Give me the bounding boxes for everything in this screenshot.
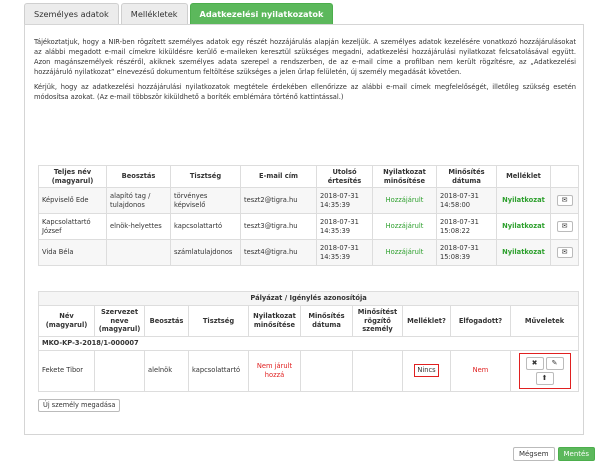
- cell-name: Vida Béla: [38, 239, 107, 266]
- cell-role: számlatulajdonos: [170, 239, 241, 266]
- application-caption-row: Pályázat / Igénylés azonosítója: [37, 291, 580, 306]
- action-buttons: ✖ ✎ ⬆: [518, 352, 571, 389]
- group-row: MKO-KP-3-2018/1-000007: [37, 335, 580, 351]
- tab-data-consent[interactable]: Adatkezelési nyilatkozatok: [189, 3, 334, 24]
- attachment-link[interactable]: Nyilatkozat: [496, 239, 551, 266]
- application-table: Pályázat / Igénylés azonosítója Név (mag…: [37, 291, 580, 392]
- col-attachment: Melléklet?: [402, 305, 451, 337]
- col-accepted: Elfogadott?: [450, 305, 511, 337]
- add-person-button[interactable]: Új személy megadása: [38, 399, 121, 412]
- cell-email: teszt3@tigra.hu: [240, 213, 317, 240]
- close-icon[interactable]: ✖: [525, 356, 544, 370]
- content-panel: Tájékoztatjuk, hogy a NIR-ben rögzített …: [24, 24, 584, 435]
- cell-position: alapító tag / tulajdonos: [106, 187, 171, 214]
- cell-status: Hozzájárult: [372, 187, 437, 214]
- cell-position: alelnök: [144, 349, 189, 392]
- col-attachment: Melléklet: [496, 165, 551, 188]
- envelope-icon[interactable]: ✉: [556, 247, 573, 258]
- cell-status-date: 2018-07-31 14:58:00: [436, 187, 497, 214]
- cell-last-notice: 2018-07-31 14:35:39: [316, 187, 373, 214]
- consent-table-header: Teljes név (magyarul) Beosztás Tisztség …: [38, 165, 579, 188]
- cell-status: Hozzájárult: [372, 213, 437, 240]
- tab-personal-data[interactable]: Személyes adatok: [24, 3, 119, 24]
- application-id: MKO-KP-3-2018/1-000007: [37, 335, 580, 351]
- table-row: Képviselő Ede alapító tag / tulajdonos t…: [38, 187, 579, 214]
- cell-send: ✉: [550, 213, 579, 240]
- col-status-date: Minősítés dátuma: [300, 305, 353, 337]
- cell-last-notice: 2018-07-31 14:35:39: [316, 213, 373, 240]
- col-name: Név (magyarul): [38, 305, 95, 337]
- cell-status: Hozzájárult: [372, 239, 437, 266]
- col-status-date: Minősítés dátuma: [436, 165, 497, 188]
- pencil-icon[interactable]: ✎: [545, 356, 564, 370]
- intro-paragraph-2: Kérjük, hogy az adatkezelési hozzájárulá…: [34, 83, 576, 101]
- col-status: Nyilatkozat minősítése: [248, 305, 301, 337]
- table-row: Fekete Tibor alelnök kapcsolattartó Nem …: [38, 349, 580, 392]
- col-role: Tisztség: [188, 305, 249, 337]
- col-last-notice: Utolsó értesítés: [316, 165, 373, 188]
- col-full-name: Teljes név (magyarul): [38, 165, 107, 188]
- upload-icon[interactable]: ⬆: [535, 371, 554, 385]
- table-row: Kapcsolattartó József elnök-helyettes ka…: [38, 213, 579, 240]
- cell-position: [106, 239, 171, 266]
- cell-accepted: Nem: [450, 349, 511, 392]
- col-org: Szervezet neve (magyarul): [94, 305, 145, 337]
- cell-email: teszt4@tigra.hu: [240, 239, 317, 266]
- col-email: E-mail cím: [240, 165, 317, 188]
- envelope-icon[interactable]: ✉: [556, 195, 573, 206]
- cell-name: Képviselő Ede: [38, 187, 107, 214]
- envelope-icon[interactable]: ✉: [556, 221, 573, 232]
- consent-table: Teljes név (magyarul) Beosztás Tisztség …: [38, 165, 579, 266]
- intro-text: Tájékoztatjuk, hogy a NIR-ben rögzített …: [34, 37, 576, 107]
- col-status: Nyilatkozat minősítése: [372, 165, 437, 188]
- col-position: Beosztás: [106, 165, 171, 188]
- col-actions: Műveletek: [509, 305, 580, 337]
- tab-bar: Személyes adatok Mellékletek Adatkezelés…: [24, 3, 334, 24]
- footer-actions: Mégsem Mentés: [512, 447, 595, 461]
- cell-position: elnök-helyettes: [106, 213, 171, 240]
- cell-org: [94, 349, 145, 392]
- cell-actions: ✖ ✎ ⬆: [509, 349, 580, 392]
- application-table-header: Név (magyarul) Szervezet neve (magyarul)…: [38, 305, 580, 337]
- cell-send: ✉: [550, 239, 579, 266]
- cell-send: ✉: [550, 187, 579, 214]
- col-role: Tisztség: [170, 165, 241, 188]
- attachment-link[interactable]: Nyilatkozat: [496, 187, 551, 214]
- col-send: [550, 165, 579, 188]
- cell-last-notice: 2018-07-31 14:35:39: [316, 239, 373, 266]
- attachment-status: Nincs: [414, 364, 439, 377]
- col-position: Beosztás: [144, 305, 189, 337]
- cell-email: teszt2@tigra.hu: [240, 187, 317, 214]
- attachment-link[interactable]: Nyilatkozat: [496, 213, 551, 240]
- col-recorder: Minősítést rögzítő személy: [352, 305, 403, 337]
- cell-name: Kapcsolattartó József: [38, 213, 107, 240]
- cell-role: törvényes képviselő: [170, 187, 241, 214]
- cell-status-date: 2018-07-31 15:08:39: [436, 239, 497, 266]
- cell-attachment: Nincs: [402, 349, 451, 392]
- cell-recorder: [352, 349, 403, 392]
- cell-status-date: 2018-07-31 15:08:22: [436, 213, 497, 240]
- intro-paragraph-1: Tájékoztatjuk, hogy a NIR-ben rögzített …: [34, 38, 576, 76]
- application-caption: Pályázat / Igénylés azonosítója: [37, 291, 580, 306]
- cell-status-date: [300, 349, 353, 392]
- table-row: Vida Béla számlatulajdonos teszt4@tigra.…: [38, 239, 579, 266]
- cell-name: Fekete Tibor: [38, 349, 95, 392]
- tab-attachments[interactable]: Mellékletek: [120, 3, 188, 24]
- cell-role: kapcsolattartó: [188, 349, 249, 392]
- cancel-button[interactable]: Mégsem: [512, 447, 555, 461]
- save-button[interactable]: Mentés: [557, 447, 595, 461]
- cell-role: kapcsolattartó: [170, 213, 241, 240]
- cell-status: Nem járult hozzá: [248, 349, 301, 392]
